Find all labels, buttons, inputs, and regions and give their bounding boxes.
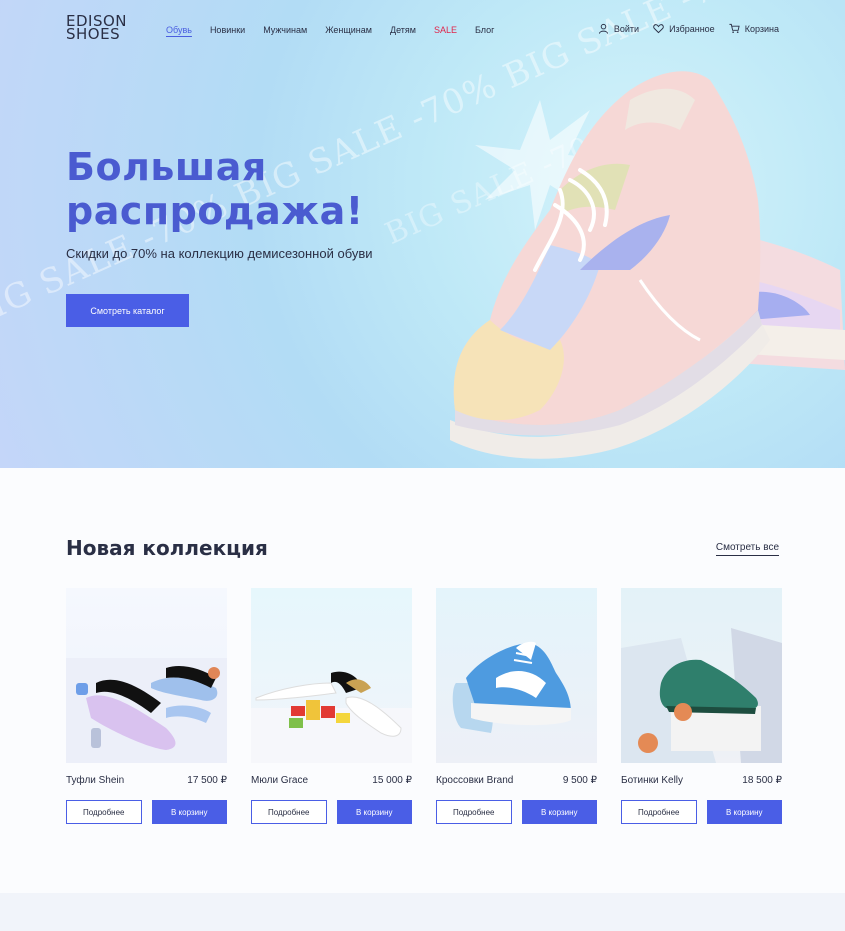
product-actions: Подробнее В корзину <box>66 800 227 824</box>
product-name[interactable]: Кроссовки Brand <box>436 775 513 786</box>
nav-item-men[interactable]: Мужчинам <box>263 25 307 35</box>
product-actions: Подробнее В корзину <box>251 800 412 824</box>
details-button[interactable]: Подробнее <box>66 800 142 824</box>
login-link[interactable]: Войти <box>598 23 639 34</box>
heart-icon <box>653 24 664 34</box>
cart-link[interactable]: Корзина <box>729 23 779 34</box>
product-card: Мюли Grace 15 000 ₽ Подробнее В корзину <box>251 588 412 824</box>
header-actions: Войти Избранное Корзина <box>598 23 779 34</box>
nav-item-sale[interactable]: SALE <box>434 25 457 35</box>
hero-title: Большая распродажа! <box>66 145 364 233</box>
favorites-label: Избранное <box>669 23 715 34</box>
nav-item-shoes[interactable]: Обувь <box>166 25 192 35</box>
logo[interactable]: EDISON SHOES <box>66 14 127 43</box>
sneaker-image <box>450 71 845 459</box>
product-actions: Подробнее В корзину <box>621 800 782 824</box>
product-info: Мюли Grace 15 000 ₽ <box>251 775 412 786</box>
product-image[interactable] <box>621 588 782 763</box>
site-header: EDISON SHOES Обувь Новинки Мужчинам Женщ… <box>0 0 845 62</box>
footer-band <box>0 893 845 931</box>
product-card: Ботинки Kelly 18 500 ₽ Подробнее В корзи… <box>621 588 782 824</box>
nav-item-new[interactable]: Новинки <box>210 25 245 35</box>
hero-title-line1: Большая <box>66 145 267 189</box>
product-name[interactable]: Мюли Grace <box>251 775 308 786</box>
section-title: Новая коллекция <box>66 536 268 560</box>
hero-subtitle: Скидки до 70% на коллекцию демисезонной … <box>66 246 373 261</box>
product-price: 17 500 ₽ <box>187 775 227 786</box>
logo-line2: SHOES <box>66 25 121 43</box>
product-price: 18 500 ₽ <box>742 775 782 786</box>
nav-item-kids[interactable]: Детям <box>390 25 416 35</box>
product-name[interactable]: Туфли Shein <box>66 775 124 786</box>
details-button[interactable]: Подробнее <box>251 800 327 824</box>
product-price: 9 500 ₽ <box>562 775 597 786</box>
product-info: Ботинки Kelly 18 500 ₽ <box>621 775 782 786</box>
nav-item-women[interactable]: Женщинам <box>325 25 372 35</box>
favorites-link[interactable]: Избранное <box>653 23 715 34</box>
product-actions: Подробнее В корзину <box>436 800 597 824</box>
see-all-link[interactable]: Смотреть все <box>715 542 779 556</box>
add-to-cart-button[interactable]: В корзину <box>706 800 782 824</box>
product-name[interactable]: Ботинки Kelly <box>621 775 683 786</box>
add-to-cart-button[interactable]: В корзину <box>151 800 227 824</box>
product-info: Кроссовки Brand 9 500 ₽ <box>436 775 597 786</box>
product-info: Туфли Shein 17 500 ₽ <box>66 775 227 786</box>
add-to-cart-button[interactable]: В корзину <box>521 800 597 824</box>
cart-label: Корзина <box>744 23 779 34</box>
nav-item-blog[interactable]: Блог <box>475 25 494 35</box>
view-catalog-button[interactable]: Смотреть каталог <box>66 294 189 327</box>
user-icon <box>598 23 608 34</box>
hero-title-line2: распродажа! <box>66 189 364 233</box>
hero-banner: BIG SALE -70% BIG SALE -70% BIG SALE -70… <box>0 0 845 468</box>
product-image[interactable] <box>66 588 227 763</box>
add-to-cart-button[interactable]: В корзину <box>336 800 412 824</box>
main-nav: Обувь Новинки Мужчинам Женщинам Детям SA… <box>166 25 494 35</box>
product-image[interactable] <box>251 588 412 763</box>
product-grid: Туфли Shein 17 500 ₽ Подробнее В корзину <box>66 588 782 824</box>
product-image[interactable] <box>436 588 597 763</box>
product-card: Кроссовки Brand 9 500 ₽ Подробнее В корз… <box>436 588 597 824</box>
details-button[interactable]: Подробнее <box>436 800 512 824</box>
details-button[interactable]: Подробнее <box>621 800 697 824</box>
cart-icon <box>729 23 740 33</box>
login-label: Войти <box>613 23 640 34</box>
product-price: 15 000 ₽ <box>372 775 412 786</box>
product-card: Туфли Shein 17 500 ₽ Подробнее В корзину <box>66 588 227 824</box>
